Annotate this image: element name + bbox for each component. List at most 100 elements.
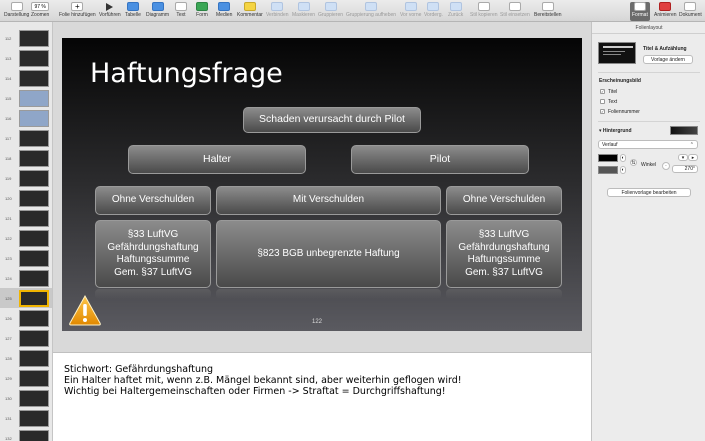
document-button[interactable]: Dokument bbox=[679, 2, 702, 21]
add-slide-button[interactable]: + Folie hinzufügen bbox=[59, 2, 96, 21]
front-icon bbox=[404, 2, 417, 11]
share-icon bbox=[541, 2, 554, 11]
format-button[interactable]: Format bbox=[630, 2, 650, 21]
slide-thumb[interactable] bbox=[19, 210, 49, 227]
group-button[interactable]: Gruppieren bbox=[318, 2, 343, 21]
left-detail-box[interactable]: §33 LuftVG Gefährdungshaftung Haftungssu… bbox=[95, 220, 211, 288]
layout-preview[interactable] bbox=[598, 42, 636, 64]
slide-thumb[interactable] bbox=[19, 310, 49, 327]
slide-navigator[interactable]: 112 113 114 115 116 117 118 119 120 121 … bbox=[0, 22, 53, 441]
gradient-start-color[interactable] bbox=[598, 154, 618, 162]
back-button[interactable]: Zurück bbox=[448, 2, 463, 21]
slide-thumb[interactable] bbox=[19, 30, 49, 47]
table-button[interactable]: Tabelle bbox=[125, 2, 141, 21]
slide-thumb[interactable] bbox=[19, 270, 49, 287]
slide-thumb[interactable] bbox=[19, 250, 49, 267]
presenter-notes[interactable]: Stichwort: Gefährdungshaftung Ein Halter… bbox=[53, 352, 591, 441]
share-button[interactable]: Bereitstellen bbox=[534, 2, 562, 21]
slide[interactable]: Haftungsfrage Schaden verursacht durch P… bbox=[62, 38, 582, 331]
gradient-start-picker-button[interactable]: ◐ bbox=[620, 154, 626, 162]
angle-label: Winkel bbox=[641, 162, 657, 168]
animate-button[interactable]: Animieren bbox=[654, 2, 677, 21]
slide-title[interactable]: Haftungsfrage bbox=[90, 58, 283, 89]
note-line: Stichwort: Gefährdungshaftung bbox=[64, 364, 214, 375]
group-icon bbox=[324, 2, 337, 11]
slide-thumb[interactable] bbox=[19, 130, 49, 147]
title-checkbox-label: Titel bbox=[608, 89, 618, 95]
slide-canvas[interactable]: Haftungsfrage Schaden verursacht durch P… bbox=[53, 22, 591, 352]
halter-box[interactable]: Halter bbox=[128, 145, 306, 174]
change-template-button[interactable]: Vorlage ändern bbox=[643, 55, 693, 64]
table-icon bbox=[126, 2, 139, 11]
front-button[interactable]: Vor vorne bbox=[400, 2, 421, 21]
edit-master-button[interactable]: Folienvorlage bearbeiten bbox=[607, 188, 691, 197]
media-button[interactable]: Medien bbox=[216, 2, 232, 21]
slide-thumb[interactable] bbox=[19, 330, 49, 347]
back-icon bbox=[449, 2, 462, 11]
angle-dial[interactable]: · bbox=[662, 162, 670, 170]
media-icon bbox=[218, 2, 231, 11]
ohne-verschulden-right-box[interactable]: Ohne Verschulden bbox=[446, 186, 562, 215]
zoom-value: 97 % bbox=[31, 2, 50, 11]
document-icon bbox=[684, 2, 697, 11]
copy-style-icon bbox=[477, 2, 490, 11]
slidenum-checkbox[interactable]: ✓ bbox=[600, 109, 605, 114]
slide-thumb[interactable] bbox=[19, 70, 49, 87]
appearance-heading: Erscheinungsbild bbox=[599, 78, 641, 84]
title-checkbox[interactable]: ✓ bbox=[600, 89, 605, 94]
background-heading: ▾ Hintergrund bbox=[599, 128, 632, 134]
format-inspector: Folienlayout Titel & Aufzählung Vorlage … bbox=[591, 22, 705, 441]
swap-colors-button[interactable]: ⇅ bbox=[630, 159, 637, 166]
separator bbox=[598, 121, 700, 122]
slide-thumb[interactable] bbox=[19, 150, 49, 167]
toolbar: Darstellung 97 % Zoomen + Folie hinzufüg… bbox=[0, 0, 705, 22]
slide-thumb[interactable] bbox=[19, 350, 49, 367]
mit-verschulden-box[interactable]: Mit Verschulden bbox=[216, 186, 441, 215]
middle-detail-box[interactable]: §823 BGB unbegrenzte Haftung bbox=[216, 220, 441, 288]
zoom-button[interactable]: 97 % Zoomen bbox=[31, 2, 49, 21]
right-detail-box[interactable]: §33 LuftVG Gefährdungshaftung Haftungssu… bbox=[446, 220, 562, 288]
gradient-end-picker-button[interactable]: ◐ bbox=[620, 166, 626, 174]
slide-thumb[interactable] bbox=[19, 50, 49, 67]
slide-thumb[interactable] bbox=[19, 90, 49, 107]
slide-thumb[interactable] bbox=[19, 390, 49, 407]
ungroup-icon bbox=[365, 2, 378, 11]
copy-style-button[interactable]: Stil kopieren bbox=[470, 2, 498, 21]
slide-thumb[interactable] bbox=[19, 190, 49, 207]
shape-button[interactable]: Form bbox=[196, 2, 208, 21]
paste-style-button[interactable]: Stil einsetzen bbox=[500, 2, 530, 21]
slide-thumb[interactable] bbox=[19, 370, 49, 387]
connect-button[interactable]: Verbinden bbox=[266, 2, 289, 21]
damage-box[interactable]: Schaden verursacht durch Pilot bbox=[243, 107, 421, 133]
fill-type-select[interactable]: Verlauf ⌃ bbox=[598, 140, 698, 149]
slide-thumb[interactable] bbox=[19, 170, 49, 187]
view-button[interactable]: Darstellung bbox=[4, 2, 29, 21]
background-swatch[interactable] bbox=[670, 126, 698, 135]
slide-thumb[interactable] bbox=[19, 230, 49, 247]
ohne-verschulden-left-box[interactable]: Ohne Verschulden bbox=[95, 186, 211, 215]
view-icon bbox=[10, 2, 23, 11]
slide-thumb[interactable] bbox=[19, 430, 49, 441]
text-button[interactable]: Text bbox=[175, 2, 187, 21]
forward-button[interactable]: Vorderg. bbox=[424, 2, 443, 21]
pilot-box[interactable]: Pilot bbox=[351, 145, 529, 174]
chevron-down-icon: ⌃ bbox=[689, 141, 694, 148]
ungroup-button[interactable]: Gruppierung aufheben bbox=[346, 2, 396, 21]
play-button[interactable]: Vorführen bbox=[99, 2, 121, 21]
rotate-right-button[interactable]: ▸ bbox=[688, 154, 698, 161]
mask-button[interactable]: Maskieren bbox=[292, 2, 315, 21]
angle-field[interactable]: 270° bbox=[672, 165, 698, 173]
warning-icon[interactable] bbox=[68, 294, 102, 326]
note-line: Wichtig bei Haltergemeinschaften oder Fi… bbox=[64, 386, 446, 397]
separator bbox=[598, 72, 700, 73]
text-checkbox-label: Text bbox=[608, 99, 618, 105]
shape-icon bbox=[196, 2, 208, 11]
rotate-down-button[interactable]: ▾ bbox=[678, 154, 688, 161]
gradient-end-color[interactable] bbox=[598, 166, 618, 174]
slide-thumb[interactable] bbox=[19, 110, 49, 127]
text-checkbox[interactable] bbox=[600, 99, 605, 104]
comment-button[interactable]: Kommentar bbox=[237, 2, 263, 21]
chart-button[interactable]: Diagramm bbox=[146, 2, 169, 21]
slide-thumb[interactable] bbox=[19, 410, 49, 427]
slide-thumb-selected[interactable] bbox=[19, 290, 49, 307]
